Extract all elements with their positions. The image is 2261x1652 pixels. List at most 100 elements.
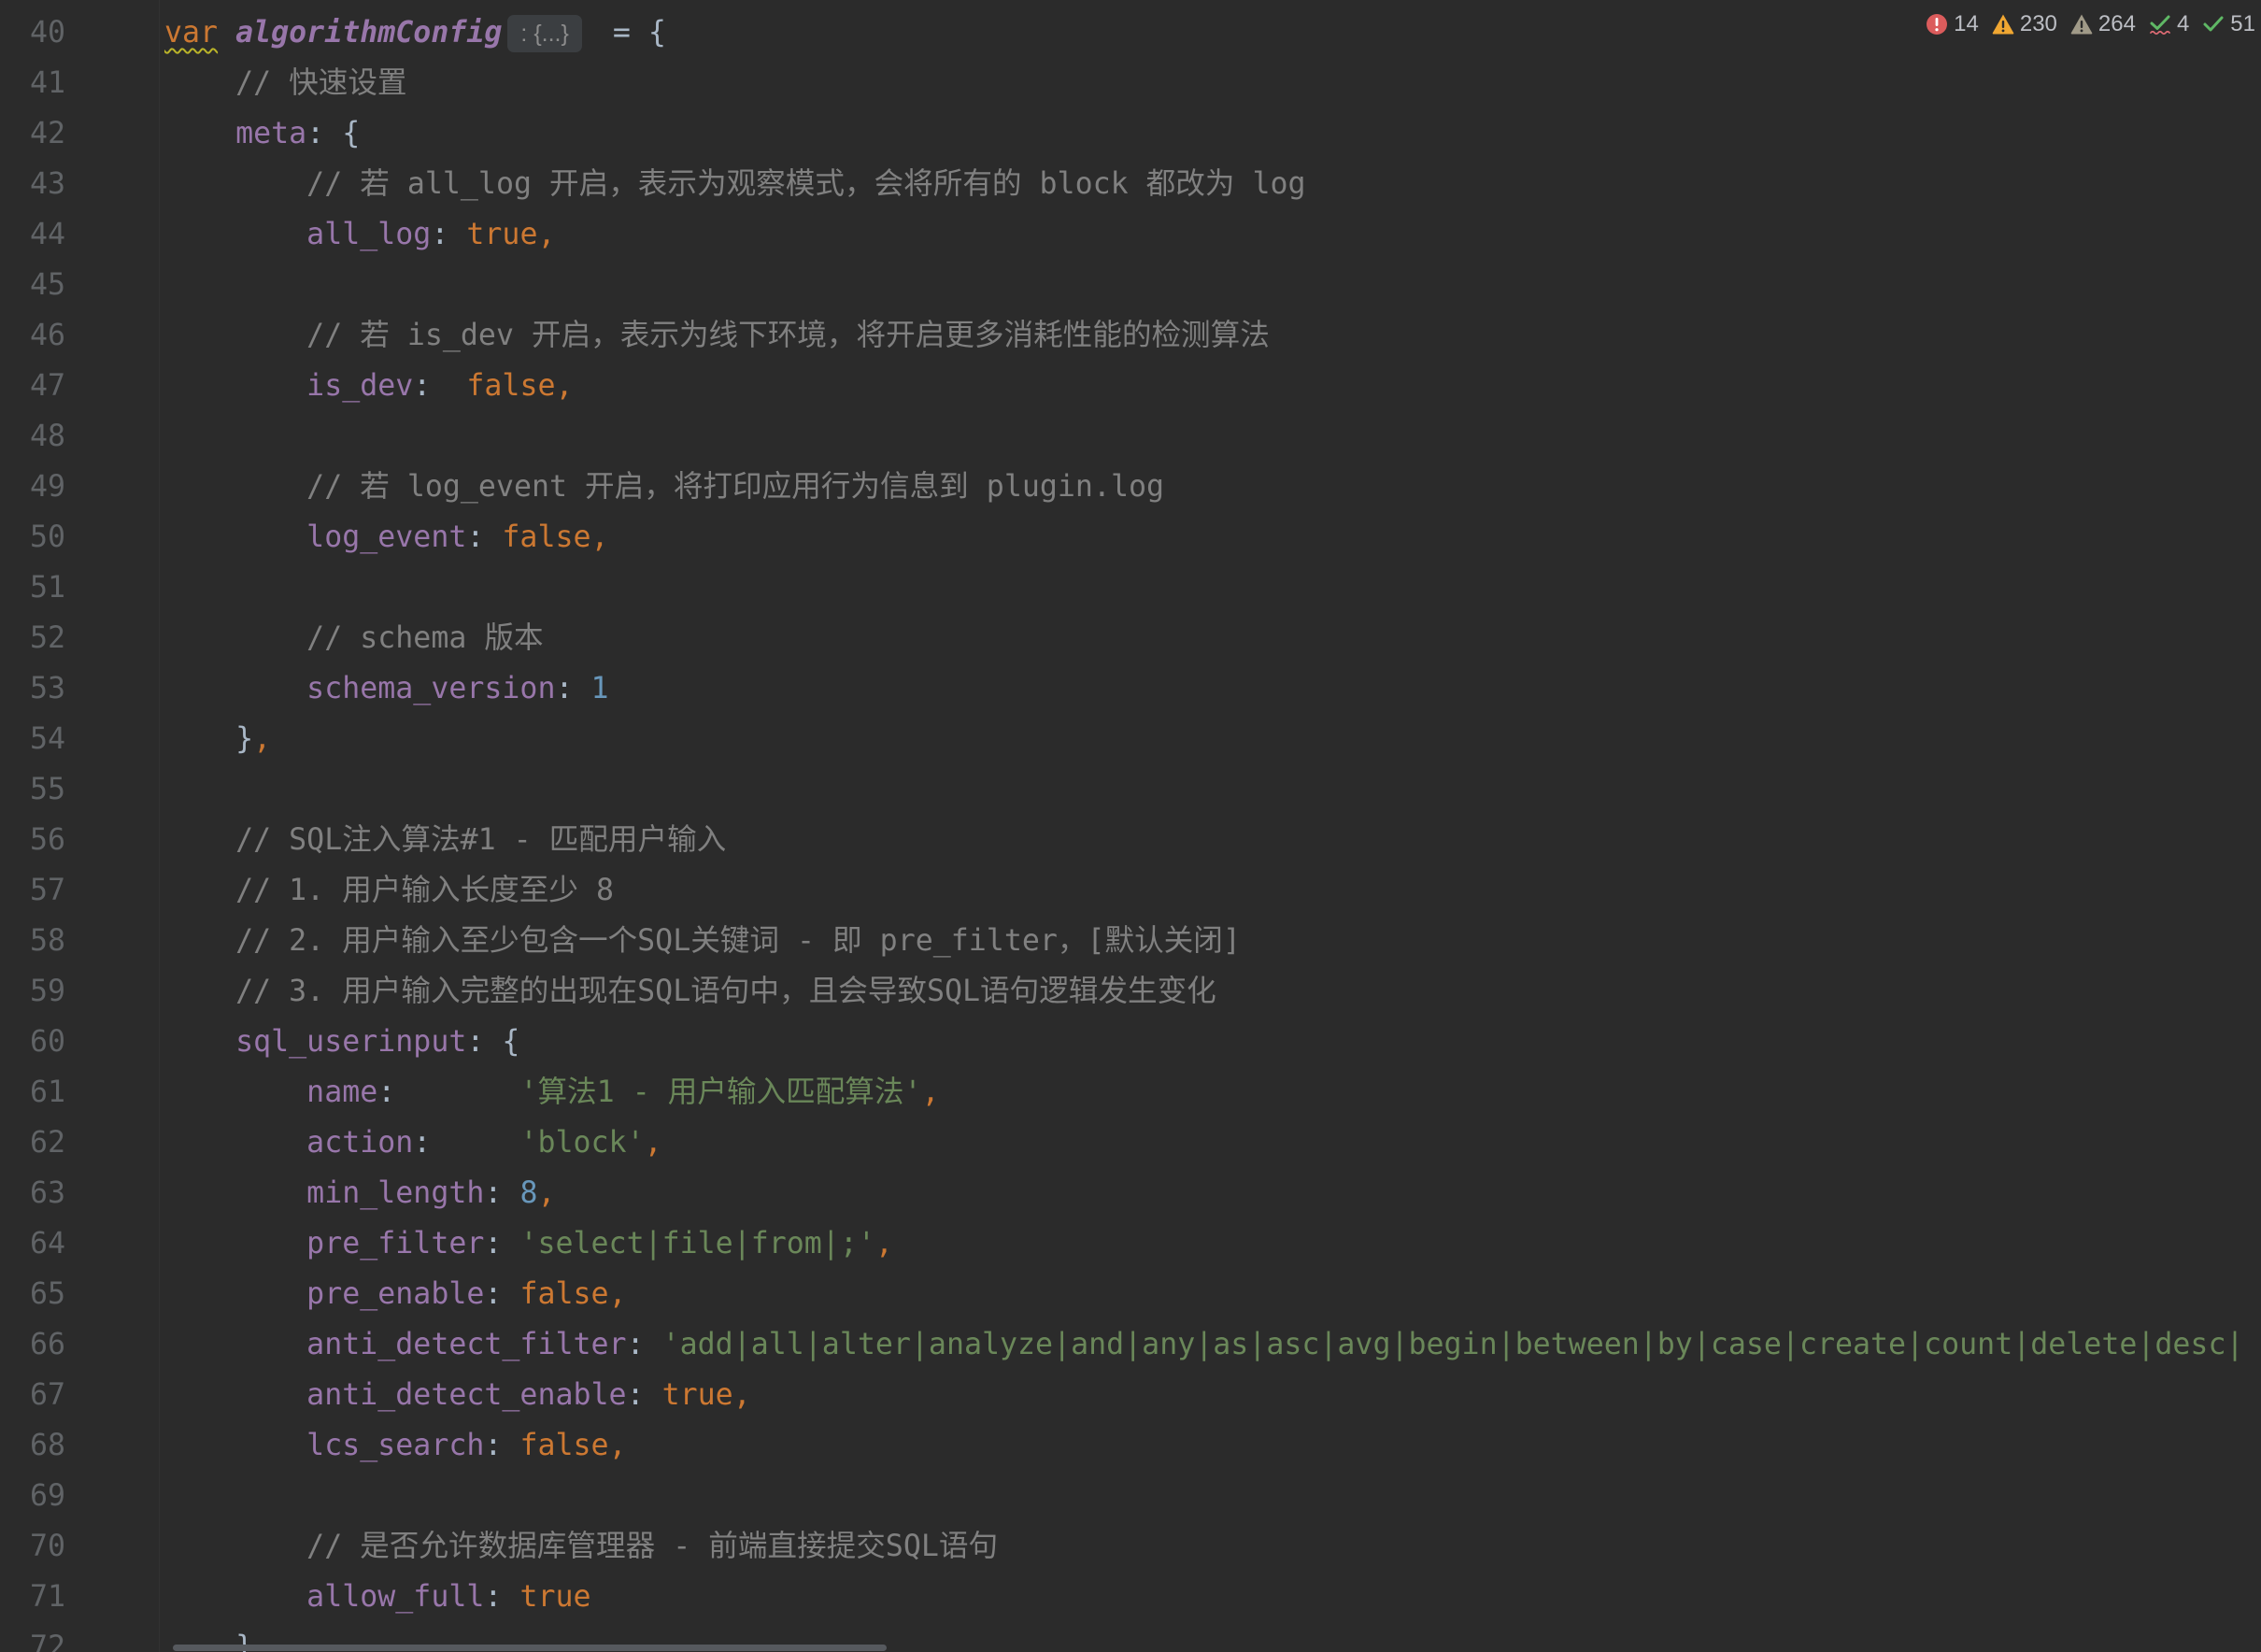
comment[interactable]: // 若 all_log 开启，表示为观察模式，会将所有的 block 都改为 … bbox=[164, 167, 1305, 201]
code-line[interactable]: 56 // SQL注入算法#1 - 匹配用户输入 bbox=[0, 815, 2261, 865]
passed-indicator[interactable]: 51 bbox=[2202, 7, 2255, 41]
code-text[interactable]: : bbox=[484, 1176, 519, 1210]
code-line[interactable]: 41 // 快速设置 bbox=[0, 58, 2261, 108]
code-line[interactable]: 46 // 若 is_dev 开启，表示为线下环境，将开启更多消耗性能的检测算法 bbox=[0, 310, 2261, 361]
boolean-value[interactable]: false bbox=[519, 1277, 608, 1311]
line-content[interactable]: sql_userinput: { bbox=[164, 1017, 2261, 1067]
line-number[interactable]: 55 bbox=[0, 764, 65, 815]
line-number[interactable]: 45 bbox=[0, 260, 65, 310]
line-number[interactable]: 72 bbox=[0, 1622, 65, 1652]
line-content[interactable]: is_dev: false, bbox=[164, 361, 2261, 411]
code-line[interactable]: 51 bbox=[0, 563, 2261, 613]
property-key[interactable]: anti_detect_enable bbox=[164, 1378, 626, 1412]
string-value[interactable]: 'add|all|alter|analyze|and|any|as|asc|av… bbox=[662, 1328, 2244, 1361]
punctuation[interactable]: , bbox=[253, 722, 271, 756]
line-number[interactable]: 68 bbox=[0, 1420, 65, 1471]
punctuation[interactable]: , bbox=[537, 218, 555, 251]
line-content[interactable] bbox=[164, 764, 2261, 815]
code-text[interactable]: : bbox=[466, 520, 502, 554]
line-number[interactable]: 42 bbox=[0, 108, 65, 159]
property-key[interactable]: log_event bbox=[164, 520, 466, 554]
code-text[interactable]: : bbox=[627, 1328, 662, 1361]
boolean-value[interactable]: false bbox=[466, 369, 555, 403]
line-content[interactable]: lcs_search: false, bbox=[164, 1420, 2261, 1471]
line-number[interactable]: 43 bbox=[0, 159, 65, 209]
code-line[interactable]: 55 bbox=[0, 764, 2261, 815]
property-key[interactable]: sql_userinput bbox=[164, 1025, 466, 1059]
code-line[interactable]: 65 pre_enable: false, bbox=[0, 1269, 2261, 1319]
code-text[interactable]: : bbox=[413, 1126, 519, 1160]
boolean-value[interactable]: true bbox=[662, 1378, 733, 1412]
line-number[interactable]: 57 bbox=[0, 865, 65, 916]
punctuation[interactable]: , bbox=[645, 1126, 662, 1160]
code-line[interactable]: 57 // 1. 用户输入长度至少 8 bbox=[0, 865, 2261, 916]
string-value[interactable]: 'select|file|from|;' bbox=[519, 1227, 875, 1260]
code-editor[interactable]: 40 var algorithmConfig: {...} = {41 // 快速… bbox=[0, 0, 2261, 1652]
line-number[interactable]: 56 bbox=[0, 815, 65, 865]
line-content[interactable]: // 若 all_log 开启，表示为观察模式，会将所有的 block 都改为 … bbox=[164, 159, 2261, 209]
weak-warnings-indicator[interactable]: 264 bbox=[2070, 7, 2136, 41]
type-inlay-hint[interactable]: : {...} bbox=[507, 15, 582, 52]
line-number[interactable]: 50 bbox=[0, 512, 65, 563]
line-number[interactable]: 47 bbox=[0, 361, 65, 411]
code-text[interactable]: : bbox=[413, 369, 466, 403]
line-number[interactable]: 41 bbox=[0, 58, 65, 108]
line-number[interactable]: 61 bbox=[0, 1067, 65, 1118]
comment[interactable]: // 快速设置 bbox=[164, 66, 406, 100]
code-text[interactable]: : bbox=[484, 1580, 519, 1614]
typos-indicator[interactable]: 4 bbox=[2149, 7, 2189, 41]
line-number[interactable]: 66 bbox=[0, 1319, 65, 1370]
line-number[interactable]: 69 bbox=[0, 1471, 65, 1521]
code-line[interactable]: 59 // 3. 用户输入完整的出现在SQL语句中，且会导致SQL语句逻辑发生变… bbox=[0, 966, 2261, 1017]
line-content[interactable] bbox=[164, 260, 2261, 310]
property-key[interactable]: pre_enable bbox=[164, 1277, 484, 1311]
line-content[interactable]: // 若 is_dev 开启，表示为线下环境，将开启更多消耗性能的检测算法 bbox=[164, 310, 2261, 361]
code-line[interactable]: 66 anti_detect_filter: 'add|all|alter|an… bbox=[0, 1319, 2261, 1370]
property-key[interactable]: action bbox=[164, 1126, 413, 1160]
code-line[interactable]: 43 // 若 all_log 开启，表示为观察模式，会将所有的 block 都… bbox=[0, 159, 2261, 209]
line-number[interactable]: 51 bbox=[0, 563, 65, 613]
line-number[interactable]: 46 bbox=[0, 310, 65, 361]
line-number[interactable]: 52 bbox=[0, 613, 65, 663]
line-content[interactable]: schema_version: 1 bbox=[164, 663, 2261, 714]
line-number[interactable]: 54 bbox=[0, 714, 65, 764]
punctuation[interactable]: , bbox=[609, 1277, 627, 1311]
code-line[interactable]: 42 meta: { bbox=[0, 108, 2261, 159]
property-key[interactable]: all_log bbox=[164, 218, 431, 251]
code-line[interactable]: 50 log_event: false, bbox=[0, 512, 2261, 563]
line-number[interactable]: 53 bbox=[0, 663, 65, 714]
property-key[interactable]: schema_version bbox=[164, 672, 555, 705]
code-lines[interactable]: 40 var algorithmConfig: {...} = {41 // 快速… bbox=[0, 0, 2261, 1652]
code-line[interactable]: 54 }, bbox=[0, 714, 2261, 764]
line-content[interactable]: // 1. 用户输入长度至少 8 bbox=[164, 865, 2261, 916]
comment[interactable]: // 若 log_event 开启，将打印应用行为信息到 plugin.log bbox=[164, 470, 1164, 504]
comment[interactable]: // 若 is_dev 开启，表示为线下环境，将开启更多消耗性能的检测算法 bbox=[164, 319, 1270, 352]
punctuation[interactable]: , bbox=[875, 1227, 893, 1260]
comment[interactable]: // 3. 用户输入完整的出现在SQL语句中，且会导致SQL语句逻辑发生变化 bbox=[164, 975, 1216, 1008]
code-line[interactable]: 45 bbox=[0, 260, 2261, 310]
number-value[interactable]: 1 bbox=[591, 672, 609, 705]
code-line[interactable]: 64 pre_filter: 'select|file|from|;', bbox=[0, 1218, 2261, 1269]
comment[interactable]: // 1. 用户输入长度至少 8 bbox=[164, 874, 614, 907]
code-text[interactable]: : bbox=[431, 218, 466, 251]
code-text[interactable]: : bbox=[484, 1227, 519, 1260]
punctuation[interactable]: , bbox=[537, 1176, 555, 1210]
line-content[interactable]: anti_detect_enable: true, bbox=[164, 1370, 2261, 1420]
code-text[interactable]: : bbox=[377, 1075, 519, 1109]
code-line[interactable]: 60 sql_userinput: { bbox=[0, 1017, 2261, 1067]
code-line[interactable]: 71 allow_full: true bbox=[0, 1572, 2261, 1622]
code-line[interactable]: 44 all_log: true, bbox=[0, 209, 2261, 260]
line-number[interactable]: 40 bbox=[0, 7, 65, 58]
line-content[interactable]: action: 'block', bbox=[164, 1118, 2261, 1168]
line-content[interactable]: // 快速设置 bbox=[164, 58, 2261, 108]
code-line[interactable]: 52 // schema 版本 bbox=[0, 613, 2261, 663]
line-content[interactable]: pre_enable: false, bbox=[164, 1269, 2261, 1319]
line-number[interactable]: 48 bbox=[0, 411, 65, 462]
code-text[interactable]: } bbox=[164, 722, 253, 756]
punctuation[interactable]: , bbox=[922, 1075, 940, 1109]
line-content[interactable] bbox=[164, 563, 2261, 613]
line-number[interactable]: 70 bbox=[0, 1521, 65, 1572]
code-text[interactable]: = { bbox=[595, 16, 666, 50]
line-content[interactable]: // 2. 用户输入至少包含一个SQL关键词 - 即 pre_filter，[默… bbox=[164, 916, 2261, 966]
boolean-value[interactable]: false bbox=[502, 520, 590, 554]
